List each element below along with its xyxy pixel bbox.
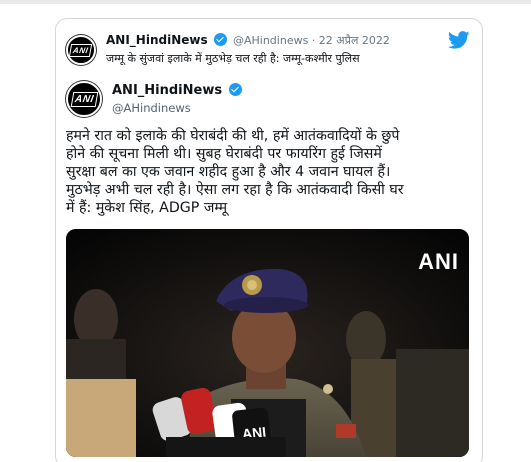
twitter-bird-icon[interactable] — [448, 31, 470, 49]
ani-avatar-small[interactable]: ANI — [66, 35, 96, 65]
tweet-text-line: हमने रात को इलाके की घेराबंदी की थी, हमे… — [66, 128, 400, 144]
quoted-tweet-header[interactable]: ANI ANI_HindiNews @AHindinews · 22 अप्रै… — [66, 29, 456, 71]
verified-badge-icon — [228, 83, 242, 96]
tweet-author[interactable]: ANI ANI_HindiNews @AHindinews — [66, 79, 366, 119]
author-name-line: ANI_HindiNews — [112, 83, 244, 98]
verified-badge-icon — [213, 33, 227, 46]
ani-watermark: ANI — [418, 249, 459, 274]
embedded-tweet-card[interactable]: ANI ANI_HindiNews @AHindinews · 22 अप्रै… — [55, 18, 483, 462]
quoted-handle-date[interactable]: @AHindinews · 22 अप्रैल 2022 — [233, 34, 390, 47]
tweet-text-line: में हैं: मुकेश सिंह, ADGP जम्मू — [66, 200, 228, 216]
quoted-tweet-text: जम्मू के सुंजवां इलाके में मुठभेड़ चल रह… — [106, 52, 360, 65]
tweet-body: हमने रात को इलाके की घेराबंदी की थी, हमे… — [66, 127, 476, 217]
ani-avatar[interactable]: ANI — [66, 81, 102, 117]
quoted-display-name[interactable]: ANI_HindiNews — [106, 33, 208, 47]
tweet-text-line: सुरक्षा बल का एक जवान शहीद हुआ है और 4 ज… — [66, 164, 391, 180]
tweet-text-line: मुठभेड़ अभी चल रही है। ऐसा लग रहा है कि … — [66, 182, 404, 198]
quoted-author-line: ANI_HindiNews @AHindinews · 22 अप्रैल 20… — [106, 33, 390, 48]
top-divider — [0, 0, 531, 4]
news-photo: ANI — [66, 229, 469, 457]
author-display-name[interactable]: ANI_HindiNews — [112, 83, 222, 98]
author-handle[interactable]: @AHindinews — [112, 101, 191, 115]
tweet-text-line: होने की सूचना मिली थी। सुबह घेराबंदी पर … — [66, 146, 382, 162]
tweet-media-image[interactable]: ANI ANI — [66, 229, 469, 457]
